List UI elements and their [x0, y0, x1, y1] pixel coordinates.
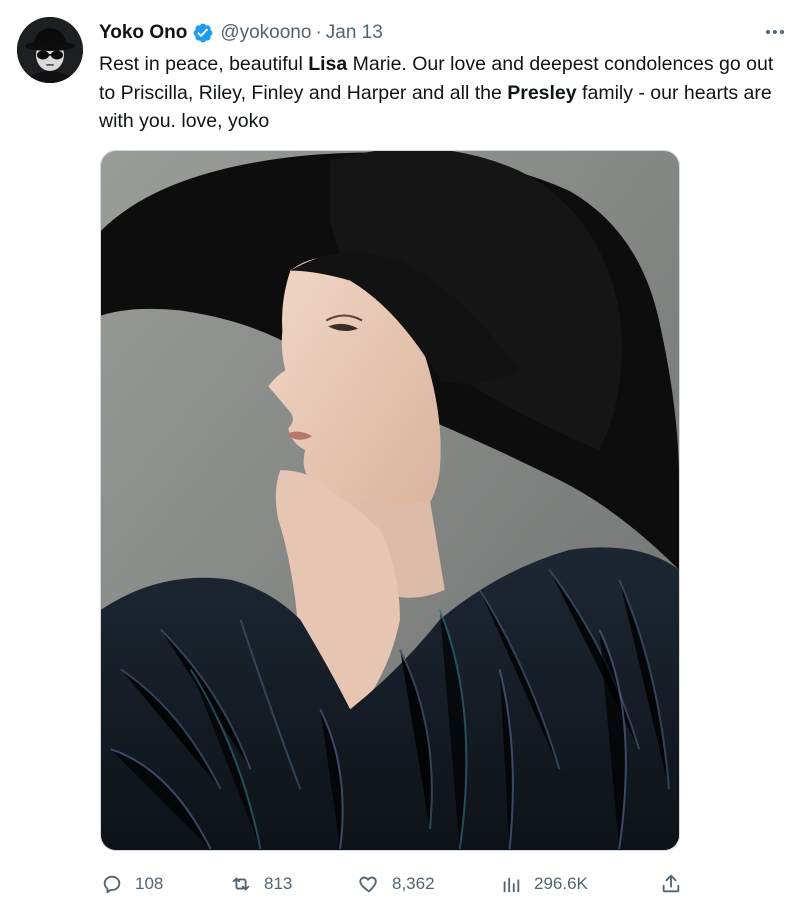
retweet-icon — [232, 877, 250, 891]
tweet-actions: 108 813 8,362 296.6K — [0, 866, 800, 902]
tweet-date[interactable]: Jan 13 — [326, 22, 383, 44]
views-count: 296.6K — [534, 874, 588, 893]
reply-count: 108 — [135, 874, 164, 893]
tweet-text-bold-presley: Presley — [507, 81, 577, 104]
tweet-text-segment: Rest in peace, beautiful — [99, 53, 309, 75]
views-button[interactable]: 296.6K — [500, 866, 588, 902]
share-icon — [662, 874, 680, 893]
tweet-card: Yoko Ono @yokoono · Jan 13 Rest in peace… — [0, 0, 800, 923]
verified-badge-icon — [192, 22, 214, 44]
like-count: 8,362 — [392, 874, 435, 893]
author-handle[interactable]: @yokoono — [220, 22, 311, 44]
share-button[interactable] — [660, 866, 694, 902]
views-bar-chart-icon — [503, 877, 520, 893]
tweet-header: Yoko Ono @yokoono · Jan 13 — [99, 20, 383, 46]
tweet-photo[interactable] — [100, 150, 680, 851]
tweet-text-bold-lisa: Lisa — [308, 53, 348, 75]
reply-icon — [103, 875, 121, 894]
like-button[interactable]: 8,362 — [358, 866, 435, 902]
tweet-text: Rest in peace, beautiful Lisa Marie. Our… — [99, 50, 789, 136]
reply-button[interactable]: 108 — [101, 866, 163, 902]
more-options-icon[interactable] — [762, 22, 788, 42]
header-separator: · — [315, 22, 322, 43]
heart-icon — [359, 876, 377, 893]
author-name[interactable]: Yoko Ono — [99, 22, 187, 44]
retweet-button[interactable]: 813 — [230, 866, 292, 902]
retweet-count: 813 — [264, 874, 293, 893]
author-avatar[interactable] — [17, 17, 83, 83]
